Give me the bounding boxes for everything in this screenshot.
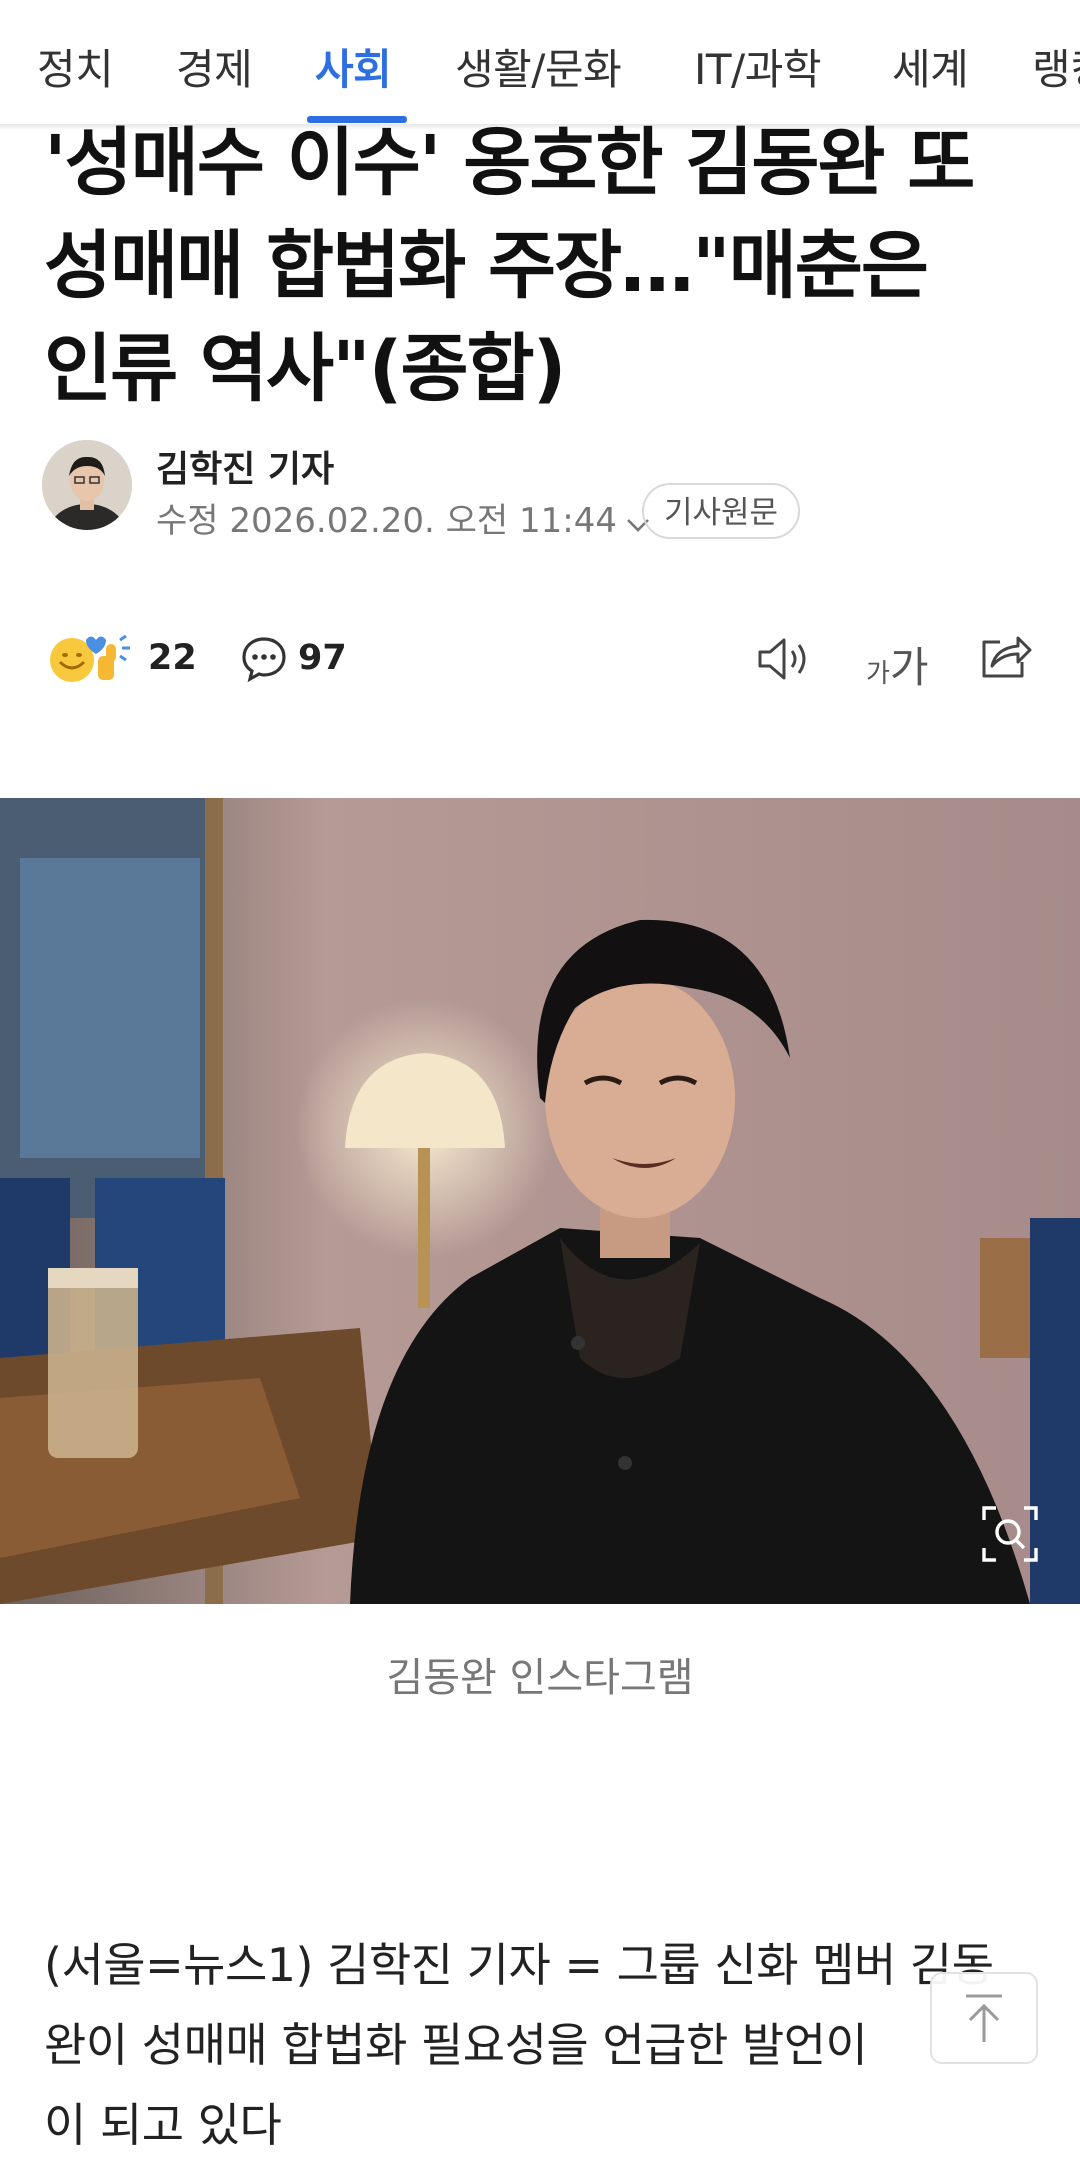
category-tab-bar: 정치 경제 사회 생활/문화 IT/과학 세계 랭킹 — [0, 0, 1080, 124]
scroll-to-top-button[interactable] — [930, 1972, 1038, 2064]
original-article-button[interactable]: 기사원문 — [642, 483, 801, 539]
photo-caption: 김동완 인스타그램 — [386, 1655, 694, 1701]
tab-it-science[interactable]: IT/과학 — [694, 36, 821, 97]
tab-life-culture[interactable]: 생활/문화 — [455, 36, 622, 97]
font-size-button[interactable]: 가가 — [866, 634, 929, 692]
modified-text: 수정 2026.02.20. 오전 11:44 — [156, 501, 618, 541]
reaction-count: 22 — [148, 638, 197, 678]
share-icon[interactable] — [978, 632, 1032, 682]
tab-ranking[interactable]: 랭킹 — [1032, 36, 1080, 97]
font-big-label: 가 — [889, 643, 929, 692]
speaker-icon[interactable] — [756, 634, 812, 684]
reporter-name[interactable]: 김학진 기자 — [156, 440, 334, 492]
modified-timestamp[interactable]: 수정 2026.02.20. 오전 11:44 — [156, 493, 651, 543]
zoom-search-icon[interactable] — [982, 1506, 1038, 1562]
tab-economy[interactable]: 경제 — [176, 36, 253, 97]
headline-line: 인류 역사"(종합) — [44, 326, 566, 412]
reporter-avatar[interactable] — [42, 440, 132, 530]
article-body: (서울=뉴스1) 김학진 기자 = 그룹 신화 멤버 김동완이 성매매 합법화 … — [44, 1925, 1054, 2165]
body-line: (서울=뉴스1) 김학진 기자 = 그룹 신화 멤버 김동 — [44, 1938, 994, 1992]
tab-society[interactable]: 사회 — [315, 36, 392, 97]
body-line: 완이 성매매 합법화 필요성을 언급한 발언이 — [44, 2018, 868, 2072]
tab-politics[interactable]: 정치 — [37, 36, 114, 97]
article-photo[interactable] — [0, 798, 1080, 1604]
article-headline: '성매수 이수' 옹호한 김동완 또성매매 합법화 주장…"매춘은인류 역사"(… — [44, 112, 1054, 421]
font-small-label: 가 — [866, 659, 890, 689]
arrow-up-icon — [966, 1994, 1002, 2042]
comment-count[interactable]: 97 — [298, 638, 347, 678]
headline-line: '성매수 이수' 옹호한 김동완 또 — [44, 120, 975, 206]
speech-bubble-icon[interactable] — [240, 635, 288, 683]
tab-world[interactable]: 세계 — [892, 36, 969, 97]
headline-line: 성매매 합법화 주장…"매춘은 — [44, 223, 929, 309]
body-line: 이 되고 있다 — [44, 2098, 282, 2152]
emoji-reaction-icon[interactable] — [46, 630, 142, 686]
